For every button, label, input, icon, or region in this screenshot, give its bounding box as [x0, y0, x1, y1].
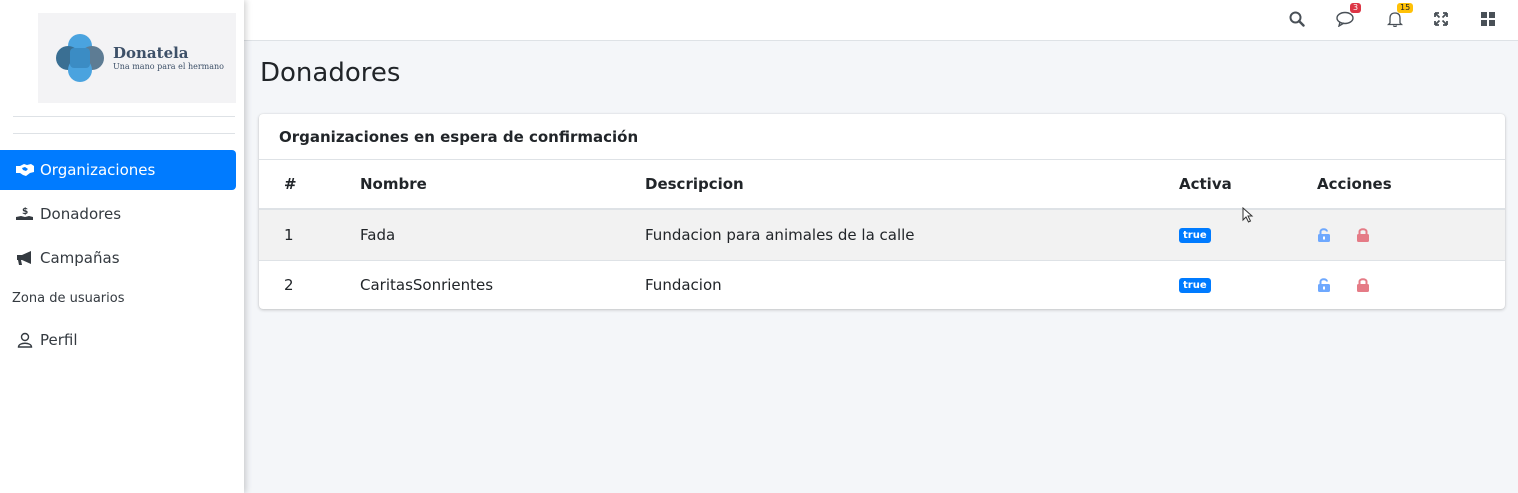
sidebar-item-perfil[interactable]: Perfil	[0, 320, 236, 360]
fullscreen-icon[interactable]	[1425, 3, 1457, 35]
table-header-row: # Nombre Descripcion Activa Acciones	[259, 160, 1505, 210]
sidebar-item-organizaciones[interactable]: Organizaciones	[0, 150, 236, 190]
divider	[13, 133, 235, 134]
unlock-icon[interactable]	[1314, 225, 1334, 245]
column-header: Descripcion	[645, 175, 744, 193]
brand-tagline: Una mano para el hermano	[113, 62, 224, 71]
table-row: 1 Fada Fundacion para animales de la cal…	[259, 210, 1505, 260]
column-header: Acciones	[1317, 175, 1392, 193]
notifications-count-badge: 15	[1397, 3, 1414, 13]
sidebar-item-label: Perfil	[40, 331, 78, 349]
logo-icon	[56, 34, 104, 82]
organizations-card: Organizaciones en espera de confirmación…	[259, 114, 1505, 309]
unlock-icon[interactable]	[1314, 275, 1334, 295]
sidebar-item-label: Donadores	[40, 205, 122, 223]
mouse-cursor-icon	[1242, 206, 1254, 227]
brand-logo[interactable]: Donatela Una mano para el hermano	[38, 13, 236, 103]
sidebar-item-label: Campañas	[40, 249, 120, 267]
row-nombre: CaritasSonrientes	[360, 276, 494, 294]
messages-count-badge: 3	[1350, 3, 1362, 13]
status-badge: true	[1179, 277, 1211, 293]
topbar: 3 15	[244, 0, 1518, 41]
bullhorn-icon	[15, 250, 35, 266]
messages-icon[interactable]: 3	[1330, 3, 1362, 35]
row-number: 1	[284, 226, 294, 244]
divider	[13, 116, 235, 117]
row-number: 2	[284, 276, 294, 294]
sidebar-section-header: Zona de usuarios	[12, 291, 125, 306]
brand-name: Donatela	[113, 44, 189, 62]
card-title: Organizaciones en espera de confirmación	[259, 114, 1505, 160]
status-badge: true	[1179, 227, 1211, 243]
row-descripcion: Fundacion para animales de la calle	[645, 226, 915, 244]
hand-holding-dollar-icon: $	[15, 206, 35, 222]
table-row: 2 CaritasSonrientes Fundacion true	[259, 260, 1505, 309]
row-nombre: Fada	[360, 226, 396, 244]
bell-icon[interactable]: 15	[1379, 3, 1414, 35]
lock-icon[interactable]	[1353, 225, 1373, 245]
lock-icon[interactable]	[1353, 275, 1373, 295]
sidebar: Donatela Una mano para el hermano Organi…	[0, 0, 244, 493]
column-header: Nombre	[360, 175, 427, 193]
column-header: #	[284, 175, 297, 193]
sidebar-item-label: Organizaciones	[40, 161, 156, 179]
user-icon	[15, 332, 35, 348]
sidebar-item-donadores[interactable]: $ Donadores	[0, 194, 236, 234]
row-descripcion: Fundacion	[645, 276, 722, 294]
search-icon[interactable]	[1281, 3, 1313, 35]
svg-text:$: $	[22, 207, 28, 217]
grid-icon[interactable]	[1472, 3, 1504, 35]
handshake-icon	[15, 162, 35, 178]
page-title: Donadores	[260, 58, 401, 88]
column-header: Activa	[1179, 175, 1232, 193]
sidebar-item-campanas[interactable]: Campañas	[0, 238, 236, 278]
